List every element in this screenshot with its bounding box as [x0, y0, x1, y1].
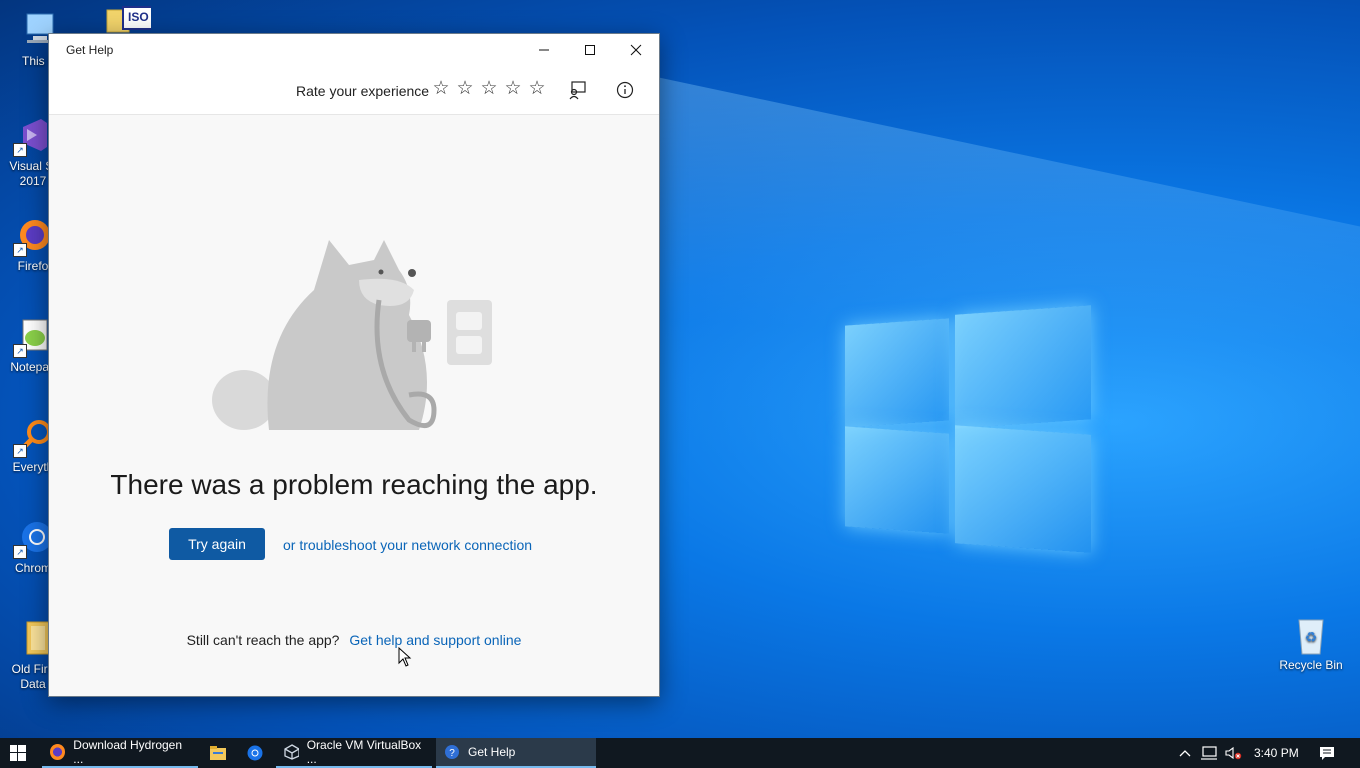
mouse-cursor-icon — [398, 647, 412, 667]
star-5-icon[interactable]: ☆ — [527, 79, 547, 99]
taskbar-app-label: Oracle VM VirtualBox ... — [306, 738, 422, 766]
desktop-icon-label: Recycle Bin — [1279, 658, 1343, 672]
folder-icon — [13, 618, 53, 658]
svg-text:?: ? — [449, 748, 455, 759]
star-3-icon[interactable]: ☆ — [479, 79, 499, 99]
minimize-button[interactable] — [521, 34, 567, 66]
rating-toolbar: Rate your experience ☆ ☆ ☆ ☆ ☆ — [49, 66, 659, 115]
star-2-icon[interactable]: ☆ — [455, 79, 475, 99]
firefox-icon — [50, 744, 66, 760]
shortcut-arrow-icon: ↗ — [13, 143, 27, 157]
title-bar[interactable]: Get Help — [49, 34, 659, 66]
star-rating: ☆ ☆ ☆ ☆ ☆ — [431, 79, 547, 99]
show-hidden-icons-button[interactable] — [1176, 738, 1194, 768]
taskbar-app-label: Get Help — [468, 745, 516, 759]
dog-unplugged-illustration — [212, 240, 492, 430]
get-help-window: Get Help Rate your experience ☆ ☆ ☆ ☆ ☆ — [48, 33, 660, 697]
shortcut-arrow-icon: ↗ — [13, 344, 27, 358]
everything-search-icon: ↗ — [13, 416, 53, 458]
star-1-icon[interactable]: ☆ — [431, 79, 451, 99]
volume-muted-icon — [1225, 746, 1242, 760]
get-help-icon: ? — [445, 745, 459, 759]
troubleshoot-network-link[interactable]: or troubleshoot your network connection — [283, 537, 532, 553]
maximize-icon — [585, 45, 595, 55]
feedback-button[interactable] — [565, 78, 589, 102]
taskbar-virtualbox[interactable]: Oracle VM VirtualBox ... — [276, 738, 432, 768]
windows-start-icon — [10, 745, 26, 761]
file-explorer-icon — [210, 746, 226, 760]
desktop-icon-recycle-bin[interactable]: ♻ Recycle Bin — [1272, 614, 1350, 673]
feedback-icon — [569, 81, 586, 100]
support-prefix: Still can't reach the app? — [186, 632, 340, 648]
chrome-icon — [247, 745, 263, 761]
clock-time[interactable]: 3:40 PM — [1254, 746, 1299, 760]
close-button[interactable] — [613, 34, 659, 66]
firefox-icon: ↗ — [13, 215, 53, 257]
taskbar-firefox[interactable]: Download Hydrogen ... — [42, 738, 198, 768]
maximize-button[interactable] — [567, 34, 613, 66]
recycle-bin-icon: ♻ — [1291, 614, 1331, 655]
shortcut-arrow-icon: ↗ — [13, 444, 27, 458]
try-again-button[interactable]: Try again — [169, 528, 265, 560]
start-button[interactable] — [0, 738, 36, 768]
info-button[interactable] — [613, 78, 637, 102]
notifications-icon — [1320, 747, 1334, 760]
iso-label: ISO — [128, 10, 149, 24]
support-line: Still can't reach the app? Get help and … — [49, 632, 659, 648]
chevron-up-icon — [1179, 750, 1191, 757]
taskbar: Download Hydrogen ... Oracle VM VirtualB… — [0, 738, 1360, 768]
error-content: There was a problem reaching the app. Tr… — [49, 115, 659, 696]
taskbar-get-help[interactable]: ? Get Help — [436, 738, 596, 768]
window-title: Get Help — [66, 43, 114, 57]
windows-logo-wallpaper — [845, 300, 1095, 555]
svg-text:♻: ♻ — [1305, 629, 1318, 645]
minimize-icon — [539, 49, 549, 51]
taskbar-file-explorer[interactable] — [204, 738, 232, 768]
star-4-icon[interactable]: ☆ — [503, 79, 523, 99]
error-heading: There was a problem reaching the app. — [110, 469, 598, 500]
rate-experience-label: Rate your experience — [296, 83, 430, 99]
chrome-icon: ↗ — [13, 517, 53, 559]
notepad-plus-icon: ↗ — [13, 316, 53, 358]
get-help-online-link[interactable]: Get help and support online — [349, 632, 521, 648]
network-icon — [1201, 746, 1217, 760]
info-icon — [616, 81, 634, 99]
visual-studio-icon: ↗ — [13, 115, 53, 157]
close-icon — [630, 44, 642, 56]
network-tray-button[interactable] — [1198, 738, 1220, 768]
taskbar-app-label: Download Hydrogen ... — [73, 738, 183, 766]
taskbar-chrome[interactable] — [240, 738, 270, 768]
shortcut-arrow-icon: ↗ — [13, 243, 27, 257]
virtualbox-icon — [284, 744, 299, 760]
volume-tray-button[interactable] — [1222, 738, 1244, 768]
shortcut-arrow-icon: ↗ — [13, 545, 27, 559]
action-center-button[interactable] — [1312, 738, 1342, 768]
